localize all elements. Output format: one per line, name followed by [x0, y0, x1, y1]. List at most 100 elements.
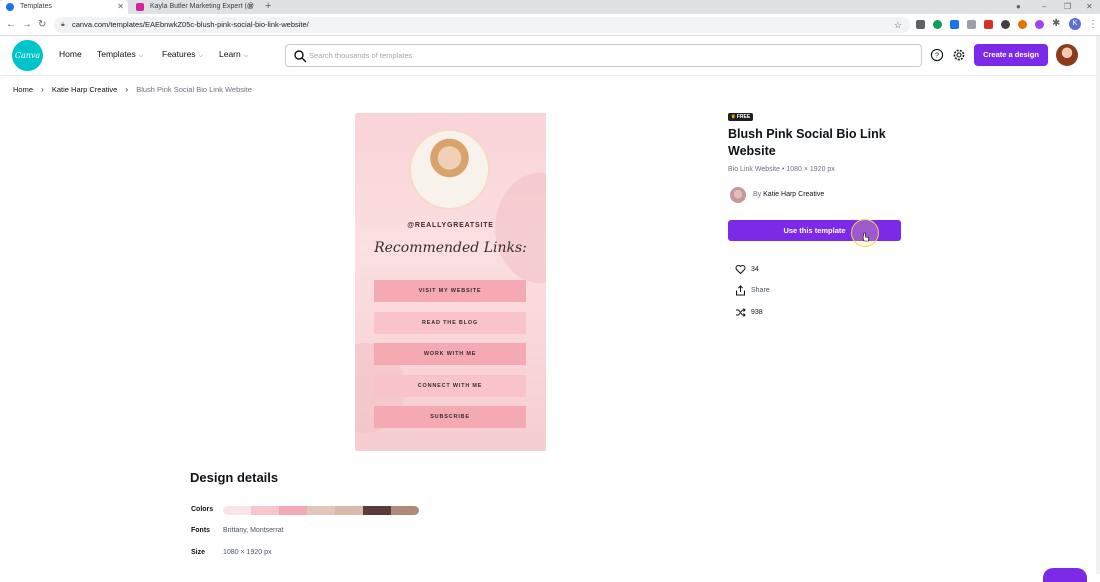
reload-icon[interactable]: ↻ — [38, 18, 46, 32]
remix-count: 938 — [751, 309, 763, 316]
author-name[interactable]: Katie Harp Creative — [763, 191, 824, 198]
color-swatch[interactable] — [363, 506, 391, 515]
svg-text:?: ? — [935, 53, 939, 60]
preview-link-button: CONNECT WITH ME — [374, 375, 526, 397]
tab-label: Kayla Butler Marketing Expert (@ — [150, 3, 254, 10]
breadcrumb-home[interactable]: Home — [13, 85, 33, 94]
browser-menu-icon[interactable]: ⋮ — [1088, 18, 1098, 32]
template-title: Blush Pink Social Bio Link Website — [728, 127, 886, 158]
crown-icon: ♛ — [731, 114, 736, 120]
chevron-down-icon: ⌵ — [243, 53, 249, 59]
grammarly-extension-icon[interactable] — [933, 20, 942, 29]
breadcrumb-author[interactable]: Katie Harp Creative — [52, 85, 117, 94]
free-badge: ♛ FREE — [728, 113, 754, 121]
extension-icon[interactable] — [1035, 20, 1044, 29]
nav-home[interactable]: Home — [59, 49, 82, 59]
color-swatch[interactable] — [391, 506, 419, 515]
share-icon — [736, 285, 745, 296]
page-scrollbar[interactable] — [1096, 36, 1100, 574]
heart-icon — [735, 265, 746, 275]
nav-label: Learn — [219, 49, 241, 59]
extension-icon[interactable] — [967, 20, 976, 29]
address-bar[interactable]: 🔒︎ canva.com/templates/EAEbnwkZ05c-blush… — [54, 17, 910, 33]
close-tab-icon[interactable]: ✕ — [247, 0, 254, 14]
url-text: canva.com/templates/EAEbnwkZ05c-blush-pi… — [72, 20, 309, 29]
forward-arrow-icon[interactable]: → — [22, 18, 32, 32]
tab-templates[interactable]: Templates ✕ — [0, 0, 128, 14]
close-tab-icon[interactable]: ✕ — [117, 0, 124, 14]
create-design-button[interactable]: Create a design — [974, 44, 1048, 66]
search-input[interactable] — [309, 48, 909, 63]
nav-templates[interactable]: Templates ⌵ — [97, 49, 143, 60]
template-preview[interactable]: @REALLYGREATSITE Recommended Links: VISI… — [355, 113, 546, 451]
author-byline: By Katie Harp Creative — [753, 191, 824, 198]
color-swatch[interactable] — [251, 506, 279, 515]
tab-instagram[interactable]: Kayla Butler Marketing Expert (@ ✕ — [130, 0, 258, 14]
preview-link-button: SUBSCRIBE — [374, 406, 526, 428]
chevron-right-icon: › — [41, 85, 44, 94]
preview-script-title: Recommended Links: — [374, 240, 527, 256]
tab-label: Templates — [20, 3, 52, 10]
search-icon — [294, 50, 307, 63]
like-count: 34 — [751, 266, 759, 273]
puzzle-extensions-icon[interactable]: ✱ — [1052, 17, 1060, 31]
minimize-window-icon[interactable]: – — [1042, 0, 1046, 13]
fonts-label: Fonts — [191, 527, 211, 534]
extension-icon[interactable] — [984, 20, 993, 29]
help-chat-button[interactable] — [1043, 568, 1087, 582]
browser-tab-strip: Templates ✕ Kayla Butler Marketing Exper… — [0, 0, 1100, 14]
profile-photo — [409, 129, 490, 210]
preview-link-button: READ THE BLOG — [374, 312, 526, 334]
nav-features[interactable]: Features ⌵ — [162, 49, 203, 60]
extension-icon[interactable] — [1018, 20, 1027, 29]
close-window-icon[interactable]: ✕ — [1086, 0, 1093, 13]
search-box[interactable] — [285, 44, 922, 67]
badge-label: FREE — [736, 114, 751, 120]
preview-link-button: WORK WITH ME — [374, 343, 526, 365]
chevron-down-icon: ⌵ — [198, 53, 204, 59]
camera-extension-icon[interactable] — [916, 20, 925, 29]
design-details-title: Design details — [190, 470, 279, 485]
colors-label: Colors — [191, 506, 214, 513]
hand-cursor-icon — [862, 232, 869, 242]
shuffle-icon — [736, 308, 746, 317]
canva-logo[interactable]: Canva — [12, 40, 43, 71]
size-value: 1080 × 1920 px — [223, 549, 272, 556]
breadcrumb-current: Blush Pink Social Bio Link Website — [136, 85, 252, 94]
color-swatch[interactable] — [223, 506, 251, 515]
nav-label: Templates — [97, 49, 136, 59]
color-swatch[interactable] — [279, 506, 307, 515]
bookmark-star-icon[interactable]: ☆ — [894, 17, 902, 33]
color-palette[interactable] — [223, 506, 419, 515]
extension-icon[interactable] — [950, 20, 959, 29]
lock-icon: 🔒︎ — [61, 21, 65, 28]
settings-gear-icon[interactable] — [952, 48, 966, 62]
nav-label: Features — [162, 49, 196, 59]
chevron-down-icon: ⌵ — [138, 53, 144, 59]
preview-link-button: VISIT MY WEBSITE — [374, 280, 526, 302]
template-subtitle: Bio Link Website • 1080 × 1920 px — [728, 166, 835, 173]
size-label: Size — [191, 549, 206, 556]
back-arrow-icon[interactable]: ← — [6, 18, 16, 32]
preview-handle: @REALLYGREATSITE — [407, 222, 494, 229]
canva-favicon-icon — [6, 3, 14, 11]
new-tab-button[interactable]: + — [265, 0, 271, 13]
color-swatch[interactable] — [335, 506, 363, 515]
fonts-value: Brittany, Montserrat — [223, 527, 284, 534]
maximize-window-icon[interactable]: ❐ — [1064, 0, 1071, 13]
author-avatar — [730, 187, 746, 203]
profile-avatar[interactable]: K — [1069, 18, 1081, 30]
author-prefix: By — [753, 191, 762, 198]
chevron-right-icon: › — [125, 85, 129, 94]
help-icon[interactable]: ? — [930, 48, 944, 62]
nav-label: Home — [59, 49, 82, 59]
browser-toolbar: ← → ↻ 🔒︎ canva.com/templates/EAEbnwkZ05c… — [0, 14, 1100, 36]
nav-learn[interactable]: Learn ⌵ — [219, 49, 248, 60]
breadcrumb: Home › Katie Harp Creative › Blush Pink … — [13, 85, 252, 94]
user-avatar[interactable] — [1056, 44, 1078, 66]
extension-icon[interactable] — [1001, 20, 1010, 29]
color-swatch[interactable] — [307, 506, 335, 515]
share-label: Share — [751, 287, 770, 294]
site-header: Canva Home Templates⌵ Features⌵ Learn⌵ ?… — [0, 36, 1100, 76]
record-indicator-icon: ● — [1016, 2, 1021, 11]
